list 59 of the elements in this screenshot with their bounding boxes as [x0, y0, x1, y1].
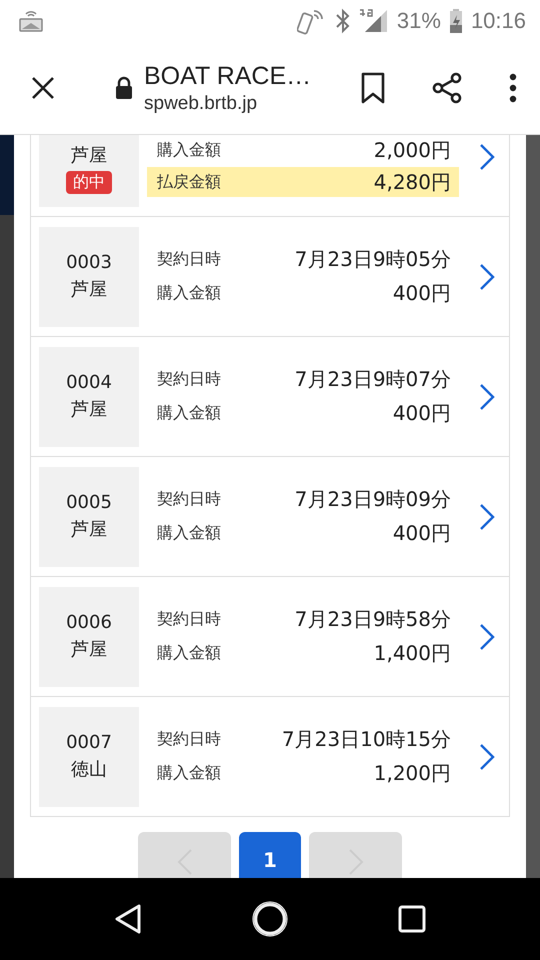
chevron-right-icon: [479, 622, 495, 650]
field-label: 払戻金額: [157, 172, 221, 192]
field-value: 7月23日10時15分: [282, 726, 451, 753]
venue-name: 芦屋: [71, 398, 107, 421]
ticket-row[interactable]: 芦屋 的中 購入金額 2,000円 払戻金額 4,280円: [31, 135, 509, 216]
field-value: 400円: [392, 400, 451, 427]
field-label: 購入金額: [157, 283, 221, 304]
venue-name: 芦屋: [71, 144, 107, 167]
venue-name: 徳山: [71, 758, 107, 781]
battery-charging-icon: [448, 8, 463, 34]
page-title: BOAT RACE…: [144, 62, 312, 90]
ticket-row[interactable]: 0007 徳山 契約日時 7月23日10時15分 購入金額 1,200円: [31, 696, 509, 816]
ticket-row[interactable]: 0006 芦屋 契約日時 7月23日9時58分 購入金額 1,400円: [31, 576, 509, 696]
chevron-right-icon: [479, 742, 495, 770]
bluetooth-icon: [334, 8, 351, 34]
more-vertical-icon: [508, 73, 518, 103]
ticket-number: 0004: [66, 372, 112, 393]
ticket-row[interactable]: 0005 芦屋 契約日時 7月23日9時09分 購入金額 400円: [31, 456, 509, 576]
venue-name: 芦屋: [71, 278, 107, 301]
chevron-right-icon: [479, 502, 495, 530]
field-value: 7月23日9時07分: [294, 366, 451, 393]
chevron-right-icon: [479, 262, 495, 290]
ticket-number: 0006: [66, 612, 112, 633]
venue-name: 芦屋: [71, 638, 107, 661]
ticket-row[interactable]: 0003 芦屋 契約日時 7月23日9時05分 購入金額 400円: [31, 216, 509, 336]
field-value: 1,400円: [374, 640, 451, 667]
field-label: 購入金額: [157, 140, 221, 160]
ticket-number: 0005: [66, 492, 112, 513]
field-label: 購入金額: [157, 403, 221, 424]
cell-signal-icon: [358, 8, 389, 34]
clock-time: 10:16: [470, 8, 526, 34]
field-value: 1,200円: [374, 760, 451, 787]
ticket-row[interactable]: 0004 芦屋 契約日時 7月23日9時07分 購入金額 400円: [31, 336, 509, 456]
field-value: 400円: [392, 520, 451, 547]
cast-icon: [18, 10, 44, 32]
chevron-right-icon: [479, 143, 495, 171]
field-value: 7月23日9時05分: [294, 246, 451, 273]
field-label: 購入金額: [157, 763, 221, 784]
field-value: 7月23日9時58分: [294, 606, 451, 633]
ticket-number: 0007: [66, 732, 112, 753]
field-value: 7月23日9時09分: [294, 486, 451, 513]
field-value: 400円: [392, 280, 451, 307]
field-label: 契約日時: [157, 609, 221, 630]
field-label: 契約日時: [157, 369, 221, 390]
field-value: 4,280円: [374, 168, 451, 196]
hit-badge: 的中: [66, 171, 112, 194]
page-url: spweb.brtb.jp: [144, 92, 258, 114]
field-label: 購入金額: [157, 643, 221, 664]
page-button[interactable]: 1: [239, 832, 301, 878]
field-label: 契約日時: [157, 729, 221, 750]
chevron-right-icon: [479, 382, 495, 410]
field-label: 契約日時: [157, 489, 221, 510]
battery-percentage: 31%: [396, 8, 441, 34]
field-label: 契約日時: [157, 249, 221, 270]
ticket-number: 0003: [66, 252, 112, 273]
field-label: 購入金額: [157, 523, 221, 544]
lock-icon: [114, 76, 134, 100]
field-value: 2,000円: [374, 136, 451, 164]
venue-name: 芦屋: [71, 518, 107, 541]
